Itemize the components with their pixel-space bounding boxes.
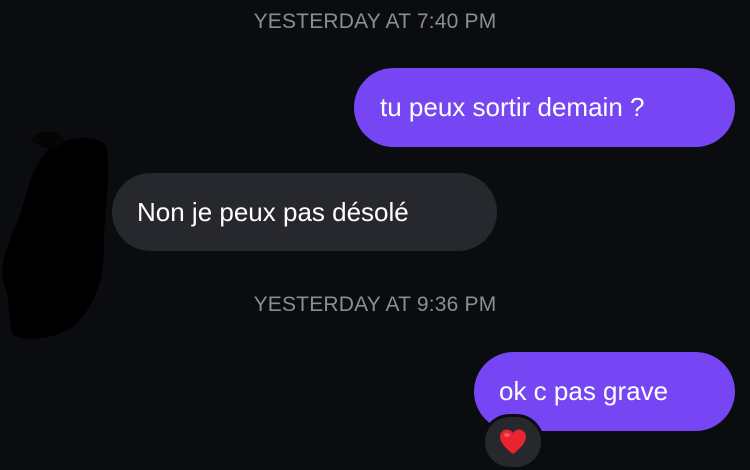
timestamp: YESTERDAY AT 9:36 PM: [253, 293, 497, 316]
message-text: ok c pas grave: [499, 376, 669, 406]
message-reaction[interactable]: [482, 414, 544, 470]
outgoing-message-bubble[interactable]: tu peux sortir demain ?: [354, 68, 735, 147]
heart-icon: [500, 429, 526, 454]
message-text: tu peux sortir demain ?: [380, 92, 645, 122]
incoming-message-bubble[interactable]: Non je peux pas désolé: [112, 173, 497, 251]
message-text: Non je peux pas désolé: [137, 196, 409, 227]
chat-thread: YESTERDAY AT 7:40 PM tu peux sortir dema…: [0, 0, 750, 470]
timestamp: YESTERDAY AT 7:40 PM: [253, 10, 497, 33]
